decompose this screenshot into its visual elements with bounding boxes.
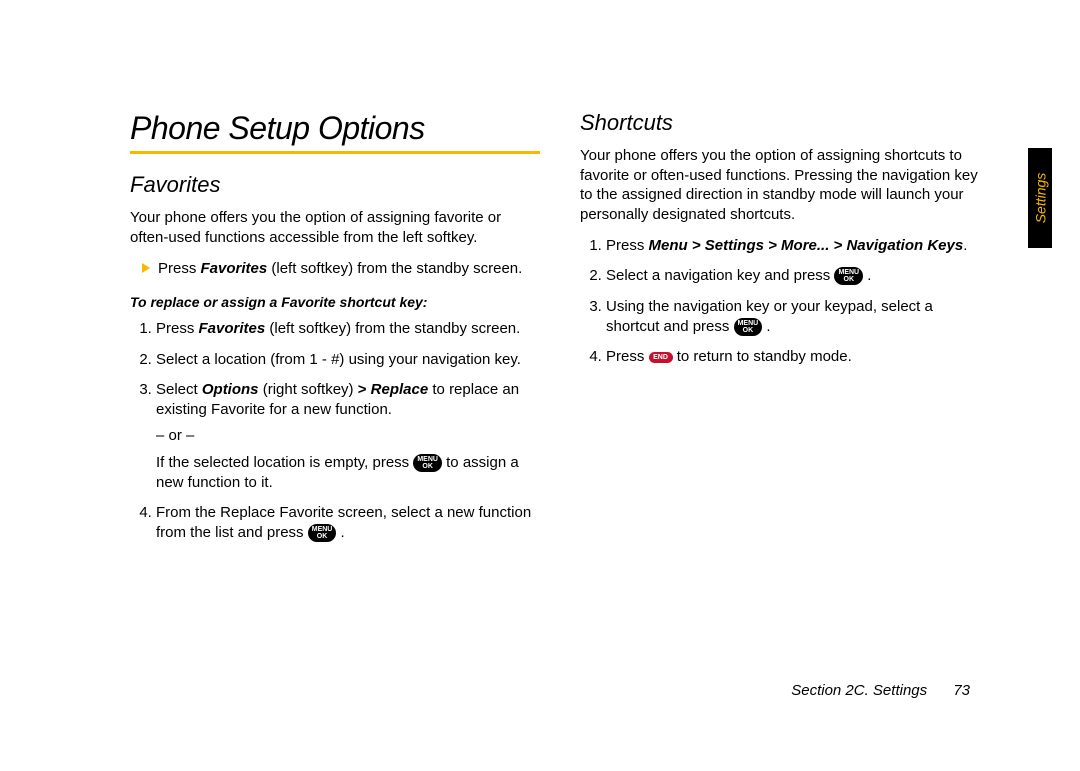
shortcuts-steps: Press Menu > Settings > More... > Naviga… xyxy=(584,236,990,367)
key-line1: MENU xyxy=(417,456,438,463)
text: . xyxy=(867,267,871,284)
step-2: Select a navigation key and press MENUOK… xyxy=(606,266,990,286)
text: to return to standby mode. xyxy=(677,348,852,365)
bold-italic: Options xyxy=(202,381,259,398)
text: . xyxy=(963,237,967,254)
menu-ok-key-icon: MENUOK xyxy=(734,318,763,336)
side-tab-settings: Settings xyxy=(1028,148,1052,248)
menu-ok-key-icon: MENUOK xyxy=(413,454,442,472)
text: (left softkey) from the standby screen. xyxy=(267,260,522,277)
favorites-bullet: Press Favorites (left softkey) from the … xyxy=(142,259,540,279)
step-4: Press END to return to standby mode. xyxy=(606,347,990,367)
text: Select xyxy=(156,381,202,398)
or-separator: – or – xyxy=(156,426,540,446)
column-left: Phone Setup Options Favorites Your phone… xyxy=(130,110,540,554)
step-4: From the Replace Favorite screen, select… xyxy=(156,503,540,544)
shortcuts-intro: Your phone offers you the option of assi… xyxy=(580,146,990,224)
column-right: Shortcuts Your phone offers you the opti… xyxy=(580,110,990,554)
heading-shortcuts: Shortcuts xyxy=(580,110,990,136)
bold: > xyxy=(358,381,367,398)
key-line1: END xyxy=(653,354,668,361)
key-line1: MENU xyxy=(738,320,759,327)
text: (left softkey) from the standby screen. xyxy=(265,320,520,337)
end-key-icon: END xyxy=(649,352,673,363)
key-line1: MENU xyxy=(838,269,859,276)
text: Press xyxy=(606,348,649,365)
bold-italic: Favorites xyxy=(199,320,266,337)
menu-ok-key-icon: MENUOK xyxy=(308,524,337,542)
page-title: Phone Setup Options xyxy=(130,110,540,147)
key-line2: OK xyxy=(422,463,433,470)
key-line2: OK xyxy=(844,276,855,283)
bold-italic: Replace xyxy=(371,381,429,398)
step-1: Press Menu > Settings > More... > Naviga… xyxy=(606,236,990,256)
favorites-bullet-text: Press Favorites (left softkey) from the … xyxy=(158,259,522,279)
step-3: Select Options (right softkey) > Replace… xyxy=(156,380,540,493)
heading-favorites: Favorites xyxy=(130,172,540,198)
text: Press xyxy=(156,320,199,337)
favorites-steps: Press Favorites (left softkey) from the … xyxy=(134,319,540,543)
page-footer: Section 2C. Settings 73 xyxy=(791,682,970,699)
footer-section: Section 2C. Settings xyxy=(791,682,927,699)
key-line1: MENU xyxy=(312,526,333,533)
text: Select a navigation key and press xyxy=(606,267,834,284)
text: (right softkey) xyxy=(259,381,358,398)
step-2: Select a location (from 1 - #) using you… xyxy=(156,350,540,370)
text: Press xyxy=(158,260,201,277)
text: Press xyxy=(606,237,649,254)
two-column-layout: Phone Setup Options Favorites Your phone… xyxy=(130,110,990,554)
step-1: Press Favorites (left softkey) from the … xyxy=(156,319,540,339)
bold-italic: Menu > Settings > More... > Navigation K… xyxy=(649,237,964,254)
side-tab-label: Settings xyxy=(1032,173,1048,224)
favorites-intro: Your phone offers you the option of assi… xyxy=(130,208,540,247)
triangle-icon xyxy=(142,263,150,273)
text: If the selected location is empty, press xyxy=(156,454,413,471)
favorites-subhead: To replace or assign a Favorite shortcut… xyxy=(130,293,540,311)
text: . xyxy=(766,318,770,335)
key-line2: OK xyxy=(317,533,328,540)
menu-ok-key-icon: MENUOK xyxy=(834,267,863,285)
bold-italic: Favorites xyxy=(201,260,268,277)
text: . xyxy=(341,524,345,541)
title-rule xyxy=(130,151,540,154)
step-3: Using the navigation key or your keypad,… xyxy=(606,297,990,338)
footer-page-number: 73 xyxy=(953,682,970,699)
manual-page: Settings Phone Setup Options Favorites Y… xyxy=(0,0,1080,771)
key-line2: OK xyxy=(743,327,754,334)
